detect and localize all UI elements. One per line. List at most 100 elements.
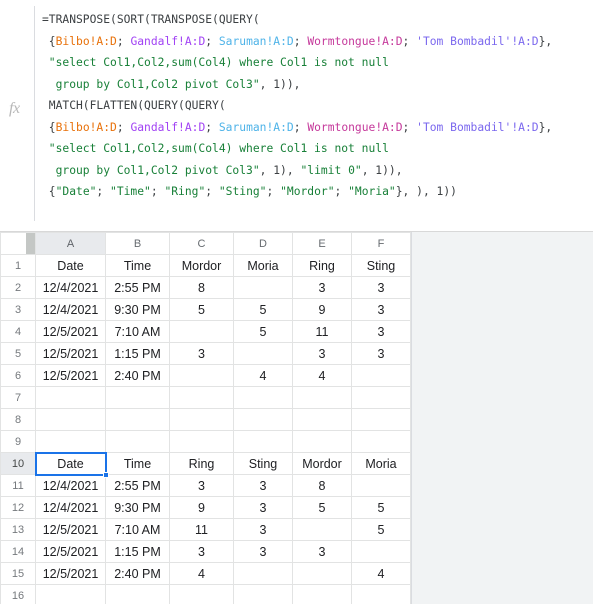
row-header-1[interactable]: 1 <box>0 254 36 277</box>
cell-E12[interactable]: 5 <box>292 496 352 519</box>
spreadsheet-grid-area[interactable]: ABCDEF 1 Date Time Mordor Moria Ring Sting 2 12/… <box>0 232 593 604</box>
cell-E7[interactable] <box>292 386 352 409</box>
sheet-row[interactable]: 1 Date Time Mordor Moria Ring Sting <box>0 254 411 277</box>
cell-D9[interactable] <box>233 430 293 453</box>
column-header-row[interactable]: ABCDEF <box>0 232 411 255</box>
sheet-row[interactable]: 10 Date Time Ring Sting Mordor Moria <box>0 452 411 475</box>
spreadsheet-grid[interactable]: ABCDEF 1 Date Time Mordor Moria Ring Sting 2 12/… <box>0 232 411 604</box>
column-header-f[interactable]: F <box>351 232 411 255</box>
row-header-5[interactable]: 5 <box>0 342 36 365</box>
cell-C14[interactable]: 3 <box>169 540 234 563</box>
cell-D14[interactable]: 3 <box>233 540 293 563</box>
sheet-row[interactable]: 6 12/5/2021 2:40 PM 4 4 <box>0 364 411 387</box>
cell-C7[interactable] <box>169 386 234 409</box>
cell-B3[interactable]: 9:30 PM <box>105 298 170 321</box>
cell-B16[interactable] <box>105 584 170 604</box>
cell-D2[interactable] <box>233 276 293 299</box>
row-header-13[interactable]: 13 <box>0 518 36 541</box>
cell-B2[interactable]: 2:55 PM <box>105 276 170 299</box>
cell-E4[interactable]: 11 <box>292 320 352 343</box>
cell-C5[interactable]: 3 <box>169 342 234 365</box>
column-header-e[interactable]: E <box>292 232 352 255</box>
sheet-row[interactable]: 7 <box>0 386 411 409</box>
cell-D15[interactable] <box>233 562 293 585</box>
cell-F8[interactable] <box>351 408 411 431</box>
row-header-11[interactable]: 11 <box>0 474 36 497</box>
cell-E1[interactable]: Ring <box>292 254 352 277</box>
sheet-row[interactable]: 4 12/5/2021 7:10 AM 5 11 3 <box>0 320 411 343</box>
cell-A7[interactable] <box>35 386 106 409</box>
column-header-d[interactable]: D <box>233 232 293 255</box>
row-header-16[interactable]: 16 <box>0 584 36 604</box>
cell-C2[interactable]: 8 <box>169 276 234 299</box>
cell-F4[interactable]: 3 <box>351 320 411 343</box>
sheet-row[interactable]: 5 12/5/2021 1:15 PM 3 3 3 <box>0 342 411 365</box>
row-header-15[interactable]: 15 <box>0 562 36 585</box>
column-header-a[interactable]: A <box>35 232 106 255</box>
cell-B9[interactable] <box>105 430 170 453</box>
sheet-row[interactable]: 3 12/4/2021 9:30 PM 5 5 9 3 <box>0 298 411 321</box>
row-header-6[interactable]: 6 <box>0 364 36 387</box>
cell-C3[interactable]: 5 <box>169 298 234 321</box>
cell-E5[interactable]: 3 <box>292 342 352 365</box>
cell-A12[interactable]: 12/4/2021 <box>35 496 106 519</box>
sheet-row[interactable]: 16 <box>0 584 411 604</box>
cell-B12[interactable]: 9:30 PM <box>105 496 170 519</box>
sheet-row[interactable]: 15 12/5/2021 2:40 PM 4 4 <box>0 562 411 585</box>
cell-A16[interactable] <box>35 584 106 604</box>
sheet-row[interactable]: 13 12/5/2021 7:10 AM 11 3 5 <box>0 518 411 541</box>
cell-F2[interactable]: 3 <box>351 276 411 299</box>
cell-F11[interactable] <box>351 474 411 497</box>
cell-B1[interactable]: Time <box>105 254 170 277</box>
formula-input[interactable]: =TRANSPOSE(SORT(TRANSPOSE(QUERY( {Bilbo!… <box>42 9 591 203</box>
cell-E15[interactable] <box>292 562 352 585</box>
cell-F12[interactable]: 5 <box>351 496 411 519</box>
column-header-b[interactable]: B <box>105 232 170 255</box>
cell-F14[interactable] <box>351 540 411 563</box>
cell-F1[interactable]: Sting <box>351 254 411 277</box>
cell-B11[interactable]: 2:55 PM <box>105 474 170 497</box>
cell-A13[interactable]: 12/5/2021 <box>35 518 106 541</box>
cell-D16[interactable] <box>233 584 293 604</box>
row-header-9[interactable]: 9 <box>0 430 36 453</box>
cell-D4[interactable]: 5 <box>233 320 293 343</box>
cell-C12[interactable]: 9 <box>169 496 234 519</box>
cell-A2[interactable]: 12/4/2021 <box>35 276 106 299</box>
cell-D13[interactable]: 3 <box>233 518 293 541</box>
cell-F7[interactable] <box>351 386 411 409</box>
row-header-12[interactable]: 12 <box>0 496 36 519</box>
cell-D12[interactable]: 3 <box>233 496 293 519</box>
cell-F3[interactable]: 3 <box>351 298 411 321</box>
cell-C10[interactable]: Ring <box>169 452 234 475</box>
row-header-3[interactable]: 3 <box>0 298 36 321</box>
cell-D1[interactable]: Moria <box>233 254 293 277</box>
sheet-table[interactable]: ABCDEF 1 Date Time Mordor Moria Ring Sting 2 12/… <box>0 232 411 604</box>
row-header-8[interactable]: 8 <box>0 408 36 431</box>
row-header-10[interactable]: 10 <box>0 452 36 475</box>
cell-E6[interactable]: 4 <box>292 364 352 387</box>
sheet-row[interactable]: 2 12/4/2021 2:55 PM 8 3 3 <box>0 276 411 299</box>
row-header-2[interactable]: 2 <box>0 276 36 299</box>
cell-E13[interactable] <box>292 518 352 541</box>
cell-E10[interactable]: Mordor <box>292 452 352 475</box>
cell-A15[interactable]: 12/5/2021 <box>35 562 106 585</box>
sheet-row[interactable]: 8 <box>0 408 411 431</box>
cell-A4[interactable]: 12/5/2021 <box>35 320 106 343</box>
cell-B7[interactable] <box>105 386 170 409</box>
sheet-row[interactable]: 11 12/4/2021 2:55 PM 3 3 8 <box>0 474 411 497</box>
cell-E8[interactable] <box>292 408 352 431</box>
cell-C4[interactable] <box>169 320 234 343</box>
cell-A3[interactable]: 12/4/2021 <box>35 298 106 321</box>
cell-F15[interactable]: 4 <box>351 562 411 585</box>
cell-E2[interactable]: 3 <box>292 276 352 299</box>
cell-A11[interactable]: 12/4/2021 <box>35 474 106 497</box>
cell-D11[interactable]: 3 <box>233 474 293 497</box>
formula-bar[interactable]: fx =TRANSPOSE(SORT(TRANSPOSE(QUERY( {Bil… <box>0 0 593 232</box>
cell-C1[interactable]: Mordor <box>169 254 234 277</box>
row-header-14[interactable]: 14 <box>0 540 36 563</box>
cell-B8[interactable] <box>105 408 170 431</box>
cell-E16[interactable] <box>292 584 352 604</box>
cell-E9[interactable] <box>292 430 352 453</box>
cell-E3[interactable]: 9 <box>292 298 352 321</box>
cell-F10[interactable]: Moria <box>351 452 411 475</box>
